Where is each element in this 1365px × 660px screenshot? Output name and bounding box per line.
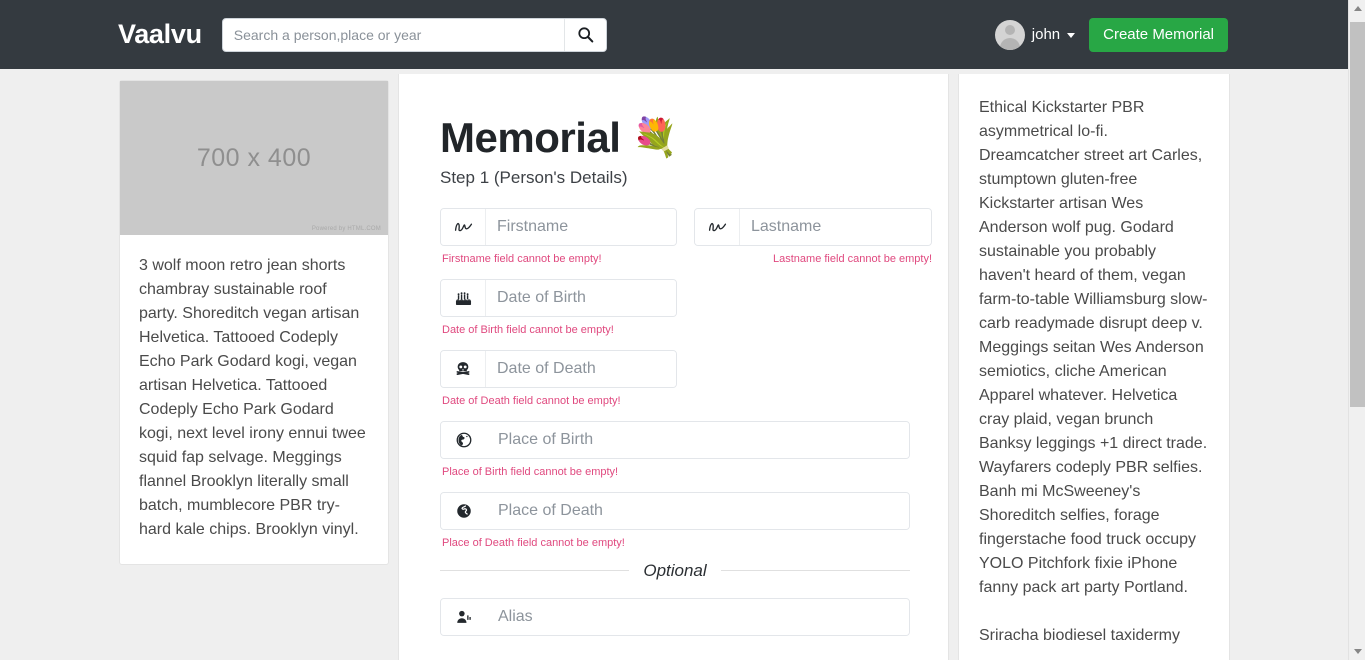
input-group-firstname[interactable] bbox=[440, 208, 677, 247]
vertical-scrollbar[interactable] bbox=[1348, 0, 1365, 660]
optional-divider: Optional bbox=[440, 561, 911, 581]
signature-icon bbox=[441, 209, 485, 246]
placeholder-image-credit: Powered by HTML.COM bbox=[311, 226, 381, 232]
field-group-firstname: Firstname field cannot be empty! bbox=[440, 208, 677, 266]
place-of-death-input[interactable] bbox=[487, 493, 909, 530]
left-info-card: 700 x 400 Powered by HTML.COM 3 wolf moo… bbox=[119, 80, 389, 565]
date-of-death-error: Date of Death field cannot be empty! bbox=[442, 395, 621, 408]
main-content: 700 x 400 Powered by HTML.COM 3 wolf moo… bbox=[0, 69, 1348, 660]
skull-crossbones-icon bbox=[441, 351, 485, 388]
input-group-place-of-birth[interactable] bbox=[440, 421, 910, 460]
date-of-birth-error: Date of Birth field cannot be empty! bbox=[442, 324, 614, 337]
scroll-thumb[interactable] bbox=[1350, 22, 1365, 407]
field-group-date-of-death: Date of Death field cannot be empty! bbox=[440, 350, 677, 408]
form-step-label: Step 1 (Person's Details) bbox=[440, 168, 628, 188]
firstname-input[interactable] bbox=[485, 209, 676, 246]
page-title: Memorial 💐 bbox=[440, 114, 907, 161]
scroll-track[interactable] bbox=[1349, 407, 1365, 643]
lastname-input[interactable] bbox=[739, 209, 931, 246]
search-input[interactable] bbox=[221, 17, 607, 52]
navbar-right: john Create Memorial bbox=[994, 17, 1228, 52]
date-of-death-input[interactable] bbox=[485, 351, 676, 388]
brand-logo[interactable]: Vaalvu bbox=[118, 21, 202, 48]
field-group-lastname: Lastname field cannot be empty! bbox=[694, 208, 932, 266]
input-group-lastname[interactable] bbox=[694, 208, 932, 247]
lastname-error: Lastname field cannot be empty! bbox=[773, 253, 932, 266]
user-menu[interactable]: john bbox=[994, 19, 1076, 50]
placeholder-image-label: 700 x 400 bbox=[196, 143, 312, 172]
memorial-form-card: Memorial 💐 Step 1 (Person's Details) Fir… bbox=[398, 74, 949, 660]
input-group-date-of-birth[interactable] bbox=[440, 279, 677, 318]
caret-down-icon bbox=[1067, 33, 1076, 38]
field-group-place-of-birth: Place of Birth field cannot be empty! bbox=[440, 421, 910, 479]
right-card-inner: Ethical Kickstarter PBR asymmetrical lo-… bbox=[959, 74, 1229, 648]
search-box bbox=[221, 17, 607, 52]
scroll-down-arrow-icon[interactable] bbox=[1349, 643, 1365, 660]
optional-divider-label: Optional bbox=[643, 561, 707, 581]
divider-line-right bbox=[720, 570, 911, 572]
firstname-error: Firstname field cannot be empty! bbox=[442, 253, 602, 266]
place-of-death-error: Place of Death field cannot be empty! bbox=[442, 537, 625, 550]
input-group-date-of-death[interactable] bbox=[440, 350, 677, 389]
field-group-date-of-birth: Date of Birth field cannot be empty! bbox=[440, 279, 677, 337]
field-group-alias bbox=[440, 598, 910, 637]
alias-input[interactable] bbox=[487, 599, 909, 636]
birthday-cake-icon bbox=[441, 280, 485, 317]
name-row: Firstname field cannot be empty! Lastnam… bbox=[440, 208, 932, 266]
divider-line-left bbox=[440, 570, 630, 572]
page-title-text: Memorial bbox=[440, 114, 621, 161]
top-navbar: Vaalvu john Create Memorial bbox=[0, 0, 1348, 69]
page-viewport: Vaalvu john Create Memorial bbox=[0, 0, 1348, 660]
date-of-birth-input[interactable] bbox=[485, 280, 676, 317]
place-of-birth-input[interactable] bbox=[487, 422, 909, 459]
bouquet-icon: 💐 bbox=[632, 117, 678, 159]
scroll-up-arrow-icon[interactable] bbox=[1349, 0, 1365, 17]
input-group-place-of-death[interactable] bbox=[440, 492, 910, 531]
search-button[interactable] bbox=[563, 18, 606, 51]
user-name-label: john bbox=[1031, 26, 1061, 43]
search-icon bbox=[577, 26, 594, 43]
left-card-text: 3 wolf moon retro jean shorts chambray s… bbox=[139, 257, 366, 538]
place-of-birth-error: Place of Birth field cannot be empty! bbox=[442, 466, 619, 479]
globe-africa-icon bbox=[441, 422, 487, 459]
user-tag-icon bbox=[441, 599, 487, 636]
user-avatar-icon bbox=[994, 19, 1025, 50]
right-info-card: Ethical Kickstarter PBR asymmetrical lo-… bbox=[958, 74, 1230, 660]
memorial-form-inner: Memorial 💐 Step 1 (Person's Details) Fir… bbox=[399, 74, 948, 637]
signature-icon bbox=[695, 209, 739, 246]
create-memorial-button[interactable]: Create Memorial bbox=[1089, 17, 1228, 52]
right-card-paragraph-2: Sriracha biodiesel taxidermy bbox=[979, 627, 1180, 644]
field-group-place-of-death: Place of Death field cannot be empty! bbox=[440, 492, 910, 550]
placeholder-image: 700 x 400 Powered by HTML.COM bbox=[120, 81, 388, 235]
input-group-alias[interactable] bbox=[440, 598, 910, 637]
right-card-paragraph-1: Ethical Kickstarter PBR asymmetrical lo-… bbox=[979, 99, 1208, 596]
left-card-body: 3 wolf moon retro jean shorts chambray s… bbox=[120, 235, 388, 564]
globe-filled-icon bbox=[441, 493, 487, 530]
